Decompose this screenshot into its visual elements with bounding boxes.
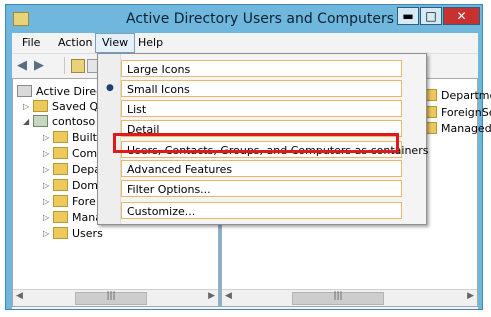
- grip-icon: |||: [106, 291, 116, 301]
- scroll-left-arrow-icon[interactable]: ◀: [225, 291, 232, 301]
- ad-console-icon: [17, 85, 32, 97]
- window-title: Active Directory Users and Computers: [126, 11, 395, 27]
- folder-icon: [53, 195, 68, 207]
- menu-item-filter-options[interactable]: Filter Options...: [121, 180, 402, 197]
- list-item[interactable]: ForeignSe: [422, 105, 491, 121]
- menu-item-customize[interactable]: Customize...: [121, 202, 402, 219]
- app-icon: [13, 12, 29, 26]
- menu-item-advanced-features[interactable]: Advanced Features: [121, 160, 402, 177]
- folder-icon: [53, 131, 68, 143]
- tree-item-departments[interactable]: ▷ Depa: [43, 162, 101, 178]
- expand-arrow-icon[interactable]: ▷: [43, 146, 53, 162]
- domain-icon: [33, 115, 48, 127]
- title-bar[interactable]: Active Directory Users and Computers ▬ □…: [6, 5, 482, 33]
- list-item[interactable]: Managed: [422, 121, 491, 137]
- tree-item-saved-queries[interactable]: ▷ Saved Q: [23, 99, 98, 115]
- expand-arrow-icon[interactable]: ▷: [43, 194, 53, 210]
- close-button[interactable]: ✕: [443, 7, 480, 25]
- minimize-button[interactable]: ▬: [397, 7, 419, 25]
- left-horizontal-scrollbar[interactable]: ◀ ||| ▶: [13, 289, 218, 306]
- expand-arrow-icon[interactable]: ▷: [43, 226, 53, 242]
- right-horizontal-scrollbar[interactable]: ◀ ||| ▶: [222, 289, 477, 306]
- menu-item-small-icons[interactable]: Small Icons: [121, 80, 402, 97]
- scroll-right-arrow-icon[interactable]: ▶: [467, 291, 474, 301]
- grip-icon: |||: [333, 291, 343, 301]
- expand-arrow-icon[interactable]: ▷: [23, 99, 33, 115]
- menu-bar: File Action View Help: [12, 33, 478, 53]
- highlight-box: [113, 133, 399, 153]
- tree-item-builtin[interactable]: ▷ Built: [43, 130, 97, 146]
- application-window: Active Directory Users and Computers ▬ □…: [5, 4, 491, 310]
- collapse-arrow-icon[interactable]: ◢: [23, 114, 33, 130]
- forward-arrow-icon[interactable]: ▶: [34, 58, 44, 73]
- ou-folder-icon: [53, 179, 68, 191]
- folder-icon: [53, 147, 68, 159]
- tree-item-managed[interactable]: ▷ Mana: [43, 210, 102, 226]
- scroll-thumb[interactable]: |||: [75, 291, 147, 305]
- expand-arrow-icon[interactable]: ▷: [43, 210, 53, 226]
- tree-item-domain-controllers[interactable]: ▷ Dom: [43, 178, 98, 194]
- expand-arrow-icon[interactable]: ▷: [43, 130, 53, 146]
- menu-item-list[interactable]: List: [121, 100, 402, 117]
- tree-item-users[interactable]: ▷ Users: [43, 226, 103, 242]
- tree-item-foreign-security[interactable]: ▷ Fore: [43, 194, 96, 210]
- menu-view[interactable]: View: [95, 33, 136, 53]
- scroll-left-arrow-icon[interactable]: ◀: [16, 291, 23, 301]
- menu-file[interactable]: File: [16, 33, 46, 53]
- menu-action[interactable]: Action: [52, 33, 98, 53]
- expand-arrow-icon[interactable]: ▷: [43, 162, 53, 178]
- folder-icon: [53, 227, 68, 239]
- up-folder-icon[interactable]: [71, 59, 85, 73]
- tree-item-computers[interactable]: ▷ Com: [43, 146, 97, 162]
- ou-folder-icon: [53, 163, 68, 175]
- folder-icon: [33, 100, 48, 112]
- menu-help[interactable]: Help: [132, 33, 169, 53]
- list-item[interactable]: Departme: [422, 88, 491, 104]
- maximize-button[interactable]: □: [420, 7, 442, 25]
- scroll-right-arrow-icon[interactable]: ▶: [208, 291, 215, 301]
- toolbar-divider: [64, 57, 65, 74]
- radio-selected-icon: ●: [106, 83, 114, 93]
- back-arrow-icon[interactable]: ◀: [17, 58, 27, 73]
- folder-icon: [53, 211, 68, 223]
- expand-arrow-icon[interactable]: ▷: [43, 178, 53, 194]
- scroll-thumb[interactable]: |||: [292, 291, 384, 305]
- tree-item-domain[interactable]: ◢ contoso: [23, 114, 95, 130]
- menu-item-large-icons[interactable]: Large Icons: [121, 60, 402, 77]
- status-bar: [12, 307, 478, 309]
